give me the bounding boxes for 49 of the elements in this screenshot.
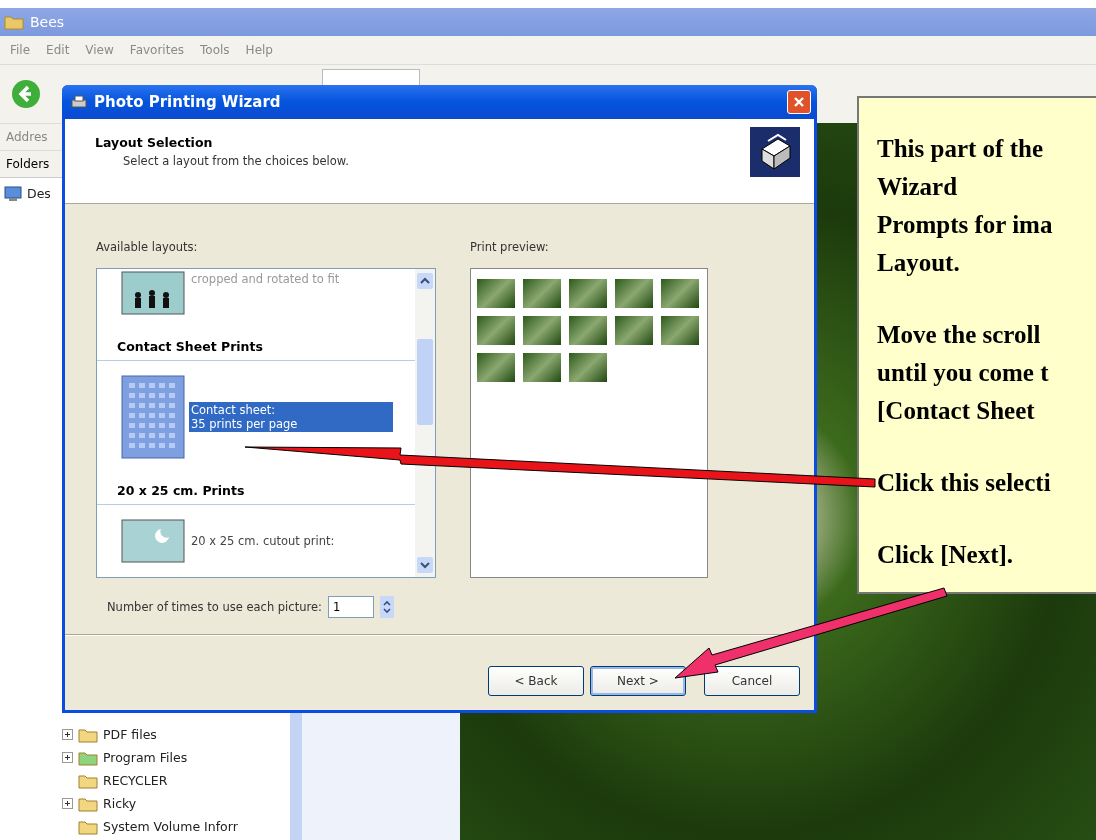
back-icon[interactable]	[10, 78, 42, 110]
page-subheading: Select a layout from the choices below.	[122, 154, 349, 168]
note-text: Move the scroll	[877, 320, 1041, 350]
pane-title: Folders	[6, 157, 50, 171]
desktop-icon	[4, 185, 22, 202]
close-icon[interactable]	[793, 96, 805, 108]
layout-list[interactable]: cropped and rotated to fit Contact Sheet Prints Contact sheet: 35 prints per page 20 x 25 cm. Prints 20 x 25 cm. cutout print:	[96, 268, 436, 578]
note-text: until you come t	[877, 358, 1049, 388]
people-thumbnail-icon	[121, 271, 185, 315]
scroll-up-icon[interactable]	[417, 273, 433, 289]
note-text: Wizard	[877, 172, 958, 202]
close-button[interactable]	[787, 90, 811, 114]
expand-icon[interactable]	[62, 729, 73, 740]
layout-option[interactable]: Contact sheet: 35 prints per page	[189, 402, 393, 432]
list-label: Available layouts:	[96, 240, 199, 254]
contact-sheet-thumbnail-icon	[121, 375, 185, 459]
wizard-button[interactable]: Cancel	[704, 666, 800, 696]
note-text: Layout.	[877, 248, 960, 278]
note-text: Click this selecti	[877, 468, 1051, 498]
note-text: This part of the	[877, 134, 1043, 164]
tree-item[interactable]: System Volume Inforr	[103, 819, 238, 834]
tree-item[interactable]: Program Files	[103, 750, 188, 765]
note-text: [Contact Sheet	[877, 396, 1035, 426]
spinner-icon[interactable]	[379, 596, 394, 618]
scrollbar[interactable]	[415, 269, 435, 577]
wizard-button[interactable]: Next >	[590, 666, 686, 696]
scroll-down-icon[interactable]	[417, 557, 433, 573]
group-heading: Contact Sheet Prints	[117, 339, 263, 354]
wizard-button[interactable]: < Back	[488, 666, 584, 696]
note-text: Prompts for ima	[877, 210, 1053, 240]
copies-field[interactable]: 1	[327, 596, 374, 618]
expand-icon[interactable]	[62, 752, 73, 763]
preview-label: Print preview:	[470, 240, 550, 254]
scrollbar-thumb[interactable]	[417, 339, 433, 425]
tree-item[interactable]: RECYCLER	[103, 773, 168, 788]
note-text: Click [Next].	[877, 540, 1014, 570]
tree-item[interactable]: Ricky	[103, 796, 137, 811]
folder-icon	[4, 14, 24, 30]
page-heading: Layout Selection	[95, 135, 214, 150]
window-title: Bees	[30, 14, 65, 30]
copies-label: Number of times to use each picture:	[107, 600, 322, 614]
expand-icon[interactable]	[62, 798, 73, 809]
dialog-title: Photo Printing Wizard	[94, 93, 282, 111]
group-heading: 20 x 25 cm. Prints	[117, 483, 245, 498]
tree-item[interactable]: Des	[27, 186, 51, 201]
address-label: Addres	[6, 130, 48, 144]
layout-option[interactable]: 20 x 25 cm. cutout print:	[189, 533, 393, 549]
tree-item[interactable]: PDF files	[103, 727, 157, 742]
print-thumbnail-icon	[121, 519, 185, 563]
